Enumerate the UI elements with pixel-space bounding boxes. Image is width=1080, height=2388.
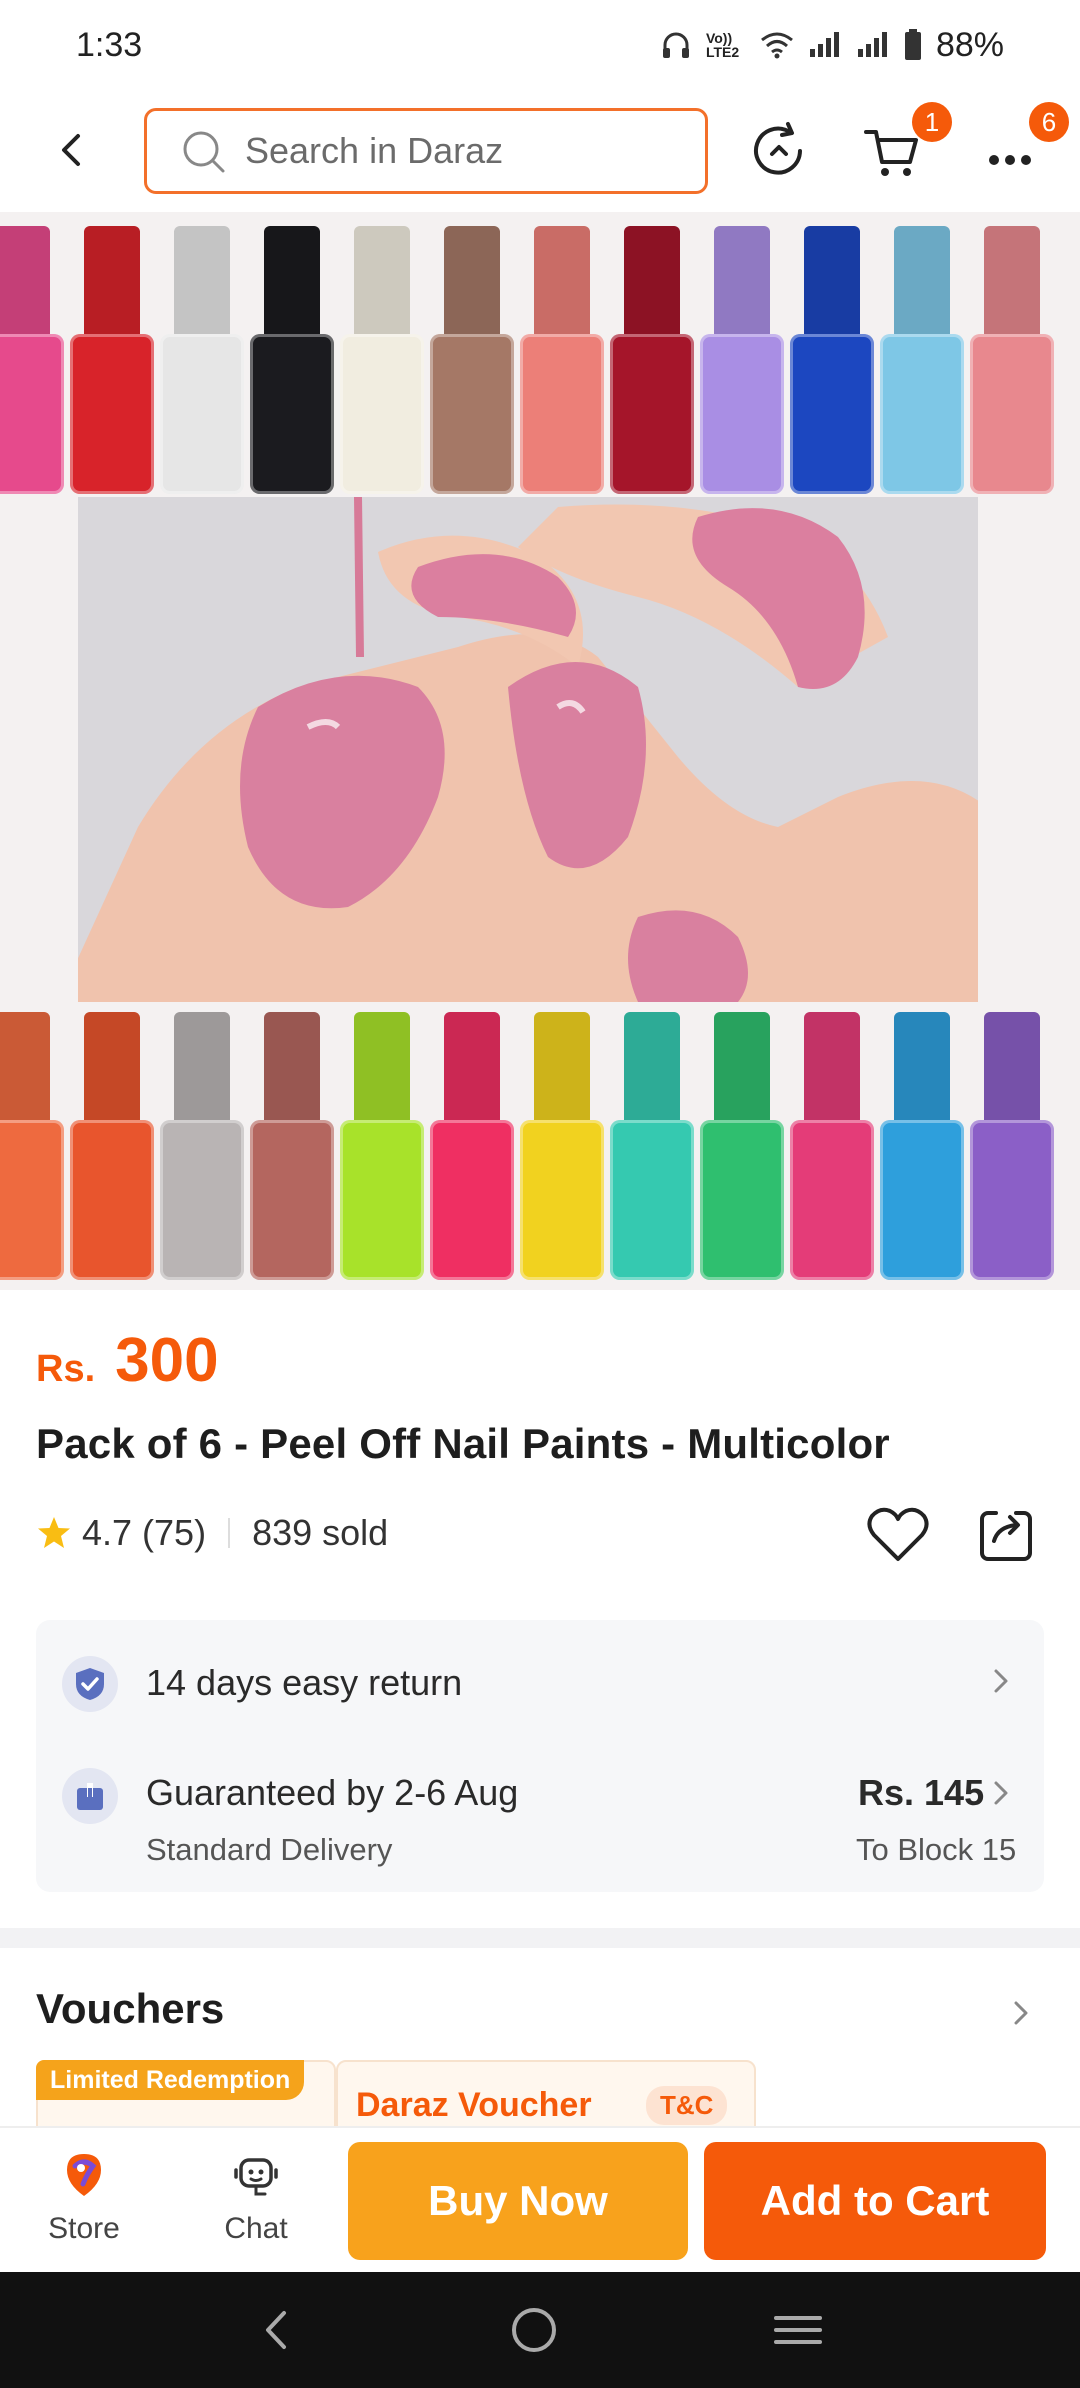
- nail-polish-bottle: [790, 1012, 874, 1282]
- return-policy-text[interactable]: 14 days easy return: [146, 1662, 462, 1704]
- service-card: 14 days easy return Guaranteed by 2-6 Au…: [36, 1620, 1044, 1892]
- nail-polish-bottle: [700, 1012, 784, 1282]
- nail-polish-bottle: [880, 1012, 964, 1282]
- delivery-type-text: Standard Delivery: [146, 1832, 393, 1867]
- nail-polish-bottle: [250, 226, 334, 496]
- search-icon: [183, 131, 225, 173]
- chat-bot-icon: [234, 2158, 278, 2196]
- nail-polish-bottle: [430, 226, 514, 496]
- more-menu-button[interactable]: 6: [984, 102, 1069, 182]
- star-icon: [38, 1517, 70, 1548]
- add-to-cart-button[interactable]: Add to Cart: [704, 2142, 1046, 2260]
- rating-value: 4.7: [82, 1512, 133, 1553]
- nail-polish-bottle: [250, 1012, 334, 1282]
- status-time: 1:33: [76, 25, 143, 64]
- nail-polish-bottle: [0, 226, 64, 496]
- chat-label: Chat: [224, 2212, 288, 2245]
- nail-polish-bottle: [970, 1012, 1054, 1282]
- price: Rs. 300: [36, 1325, 219, 1396]
- top-bottle-row: [0, 226, 1080, 506]
- system-nav-bar: [0, 2272, 1080, 2388]
- vouchers-title[interactable]: Vouchers: [36, 1985, 224, 2033]
- section-divider: [0, 1928, 1080, 1948]
- nail-polish-bottle: [160, 1012, 244, 1282]
- delivery-box-icon: [62, 1768, 118, 1824]
- nail-polish-bottle: [70, 1012, 154, 1282]
- nail-polish-bottle: [970, 226, 1054, 496]
- voucher-card[interactable]: Daraz Voucher T&C Limited Redemption: [36, 2060, 756, 2126]
- battery-percent: 88%: [935, 25, 1004, 64]
- limited-redemption-badge: Limited Redemption: [36, 2060, 305, 2100]
- nav-home-icon[interactable]: [508, 2304, 560, 2356]
- delivery-guarantee-text[interactable]: Guaranteed by 2-6 Aug: [146, 1772, 518, 1814]
- back-arrow-icon[interactable]: [48, 126, 96, 174]
- search-placeholder: Search in Daraz: [245, 130, 504, 171]
- rating-divider: [228, 1518, 231, 1548]
- chat-button[interactable]: Chat: [196, 2146, 316, 2246]
- more-badge: 6: [1029, 102, 1069, 142]
- battery-icon: [904, 29, 921, 60]
- rating-row[interactable]: 4.7 (75) 839 sold: [36, 1512, 388, 1554]
- price-amount: 300: [115, 1326, 219, 1395]
- nav-recents-icon[interactable]: [772, 2310, 824, 2350]
- delivery-price: Rs. 145: [858, 1772, 985, 1813]
- nail-polish-bottle: [700, 226, 784, 496]
- nail-polish-bottle: [0, 1012, 64, 1282]
- nail-polish-bottle: [610, 226, 694, 496]
- status-bar: 1:33 Vo)) LTE2 88%: [0, 0, 1080, 90]
- delivery-location: To Block 15: [856, 1832, 1017, 1867]
- signal-icon-1: [809, 32, 839, 57]
- store-button[interactable]: Store: [24, 2146, 144, 2246]
- product-image[interactable]: [0, 212, 1080, 1290]
- voucher-name: Daraz Voucher: [356, 2086, 592, 2124]
- return-shield-icon: [62, 1656, 118, 1712]
- nail-polish-bottle: [790, 226, 874, 496]
- product-title: Pack of 6 - Peel Off Nail Paints - Multi…: [36, 1420, 890, 1467]
- cart-badge: 1: [912, 102, 952, 142]
- buy-now-button[interactable]: Buy Now: [348, 2142, 688, 2260]
- headphones-icon: [662, 32, 689, 58]
- volte-label: Vo)) LTE2: [705, 30, 740, 60]
- nail-polish-bottle: [340, 1012, 424, 1282]
- store-icon: [67, 2154, 101, 2196]
- rating-count: (75): [142, 1512, 207, 1553]
- history-icon[interactable]: [748, 120, 810, 182]
- nail-polish-bottle: [880, 226, 964, 496]
- bottom-action-bar: Store Chat Buy Now Add to Cart: [0, 2126, 1080, 2272]
- painted-nails-illustration: [78, 497, 978, 1002]
- nav-back-icon[interactable]: [256, 2305, 296, 2355]
- bottom-bottle-row: [0, 1012, 1080, 1290]
- status-icons: Vo)) LTE2 88%: [660, 26, 1004, 65]
- voucher-right-panel: Daraz Voucher T&C: [336, 2060, 756, 2126]
- nail-polish-bottle: [430, 1012, 514, 1282]
- vouchers-chevron-icon[interactable]: [1010, 1998, 1032, 2028]
- nail-polish-bottle: [520, 1012, 604, 1282]
- delivery-chevron-icon[interactable]: [990, 1778, 1012, 1808]
- nail-polish-bottle: [610, 1012, 694, 1282]
- nail-photo: [78, 497, 978, 1002]
- app-header: Search in Daraz 1 6: [0, 90, 1080, 212]
- nail-polish-bottle: [520, 226, 604, 496]
- price-currency: Rs.: [36, 1348, 96, 1390]
- sold-count: 839 sold: [252, 1512, 389, 1553]
- search-input[interactable]: Search in Daraz: [144, 108, 708, 194]
- return-chevron-icon[interactable]: [990, 1666, 1012, 1696]
- nail-polish-bottle: [70, 226, 154, 496]
- voucher-tnc[interactable]: T&C: [646, 2086, 728, 2125]
- wishlist-heart-icon[interactable]: [866, 1505, 930, 1565]
- nail-polish-bottle: [340, 226, 424, 496]
- signal-icon-2: [857, 32, 887, 57]
- share-icon[interactable]: [976, 1505, 1036, 1565]
- nail-polish-bottle: [160, 226, 244, 496]
- wifi-icon: [761, 32, 793, 59]
- cart-button[interactable]: 1: [862, 102, 952, 182]
- store-label: Store: [48, 2212, 120, 2245]
